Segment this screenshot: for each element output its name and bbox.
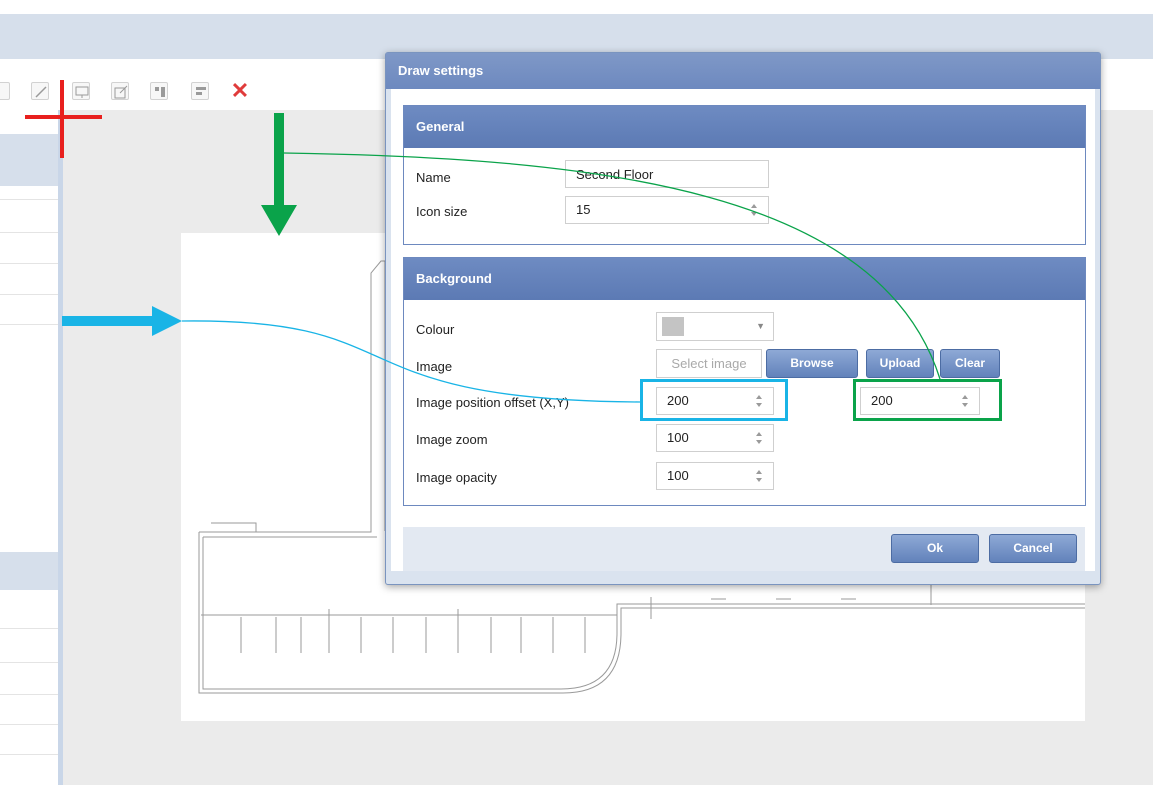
toolbar: ✕ — [0, 78, 380, 106]
draw-settings-dialog: Draw settings General Name Icon size 15 … — [385, 52, 1101, 585]
chevron-down-icon: ▼ — [756, 321, 765, 331]
monitor-icon[interactable] — [72, 82, 90, 100]
align-icon[interactable] — [150, 82, 168, 100]
list-row-divider — [0, 199, 58, 200]
general-section: General Name Icon size 15 — [403, 105, 1086, 245]
dialog-title[interactable]: Draw settings — [386, 53, 1100, 89]
ok-button[interactable]: Ok — [891, 534, 979, 563]
background-section-heading: Background — [404, 258, 1085, 300]
offset-y-highlight-box — [853, 379, 1002, 421]
edit-icon[interactable] — [111, 82, 129, 100]
image-opacity-value: 100 — [667, 468, 689, 483]
cancel-button[interactable]: Cancel — [989, 534, 1077, 563]
image-label: Image — [416, 359, 453, 374]
colour-swatch — [662, 317, 684, 336]
list-row-divider — [0, 263, 58, 264]
dialog-footer: Ok Cancel — [403, 527, 1085, 571]
image-zoom-stepper[interactable]: 100 — [656, 424, 774, 452]
dialog-body: General Name Icon size 15 Background Col… — [391, 89, 1095, 571]
spinner-arrows-icon[interactable] — [755, 430, 763, 446]
layout-icon[interactable] — [191, 82, 209, 100]
image-opacity-stepper[interactable]: 100 — [656, 462, 774, 490]
spinner-arrows-icon[interactable] — [755, 468, 763, 484]
image-zoom-label: Image zoom — [416, 432, 488, 447]
colour-picker[interactable]: ▼ — [656, 312, 774, 341]
list-row-divider — [0, 754, 58, 755]
list-row-divider — [0, 294, 58, 295]
spinner-arrows-icon[interactable] — [750, 202, 758, 218]
colour-label: Colour — [416, 322, 455, 337]
list-row-divider — [0, 724, 58, 725]
name-label: Name — [416, 170, 451, 185]
search-icon[interactable] — [0, 82, 10, 100]
select-image-field[interactable]: Select image — [656, 349, 762, 378]
left-panel-section-header — [0, 552, 58, 590]
icon-size-stepper[interactable]: 15 — [565, 196, 769, 224]
left-panel — [0, 110, 58, 785]
list-row-divider — [0, 324, 58, 325]
browse-button[interactable]: Browse — [766, 349, 858, 378]
offset-x-highlight-box — [640, 379, 788, 421]
delete-icon[interactable]: ✕ — [229, 80, 251, 102]
list-row-divider — [0, 628, 58, 629]
image-opacity-label: Image opacity — [416, 470, 497, 485]
clear-button[interactable]: Clear — [940, 349, 1000, 378]
name-field[interactable] — [565, 160, 769, 188]
image-offset-label: Image position offset (X,Y) — [416, 395, 569, 410]
upload-button[interactable]: Upload — [866, 349, 934, 378]
icon-size-label: Icon size — [416, 204, 468, 219]
image-zoom-value: 100 — [667, 430, 689, 445]
left-panel-header — [0, 134, 58, 186]
list-row-divider — [0, 662, 58, 663]
list-row-divider — [0, 232, 58, 233]
icon-size-value: 15 — [576, 202, 591, 217]
general-section-heading: General — [404, 106, 1085, 148]
list-row-divider — [0, 694, 58, 695]
edit-line-icon[interactable] — [31, 82, 49, 100]
